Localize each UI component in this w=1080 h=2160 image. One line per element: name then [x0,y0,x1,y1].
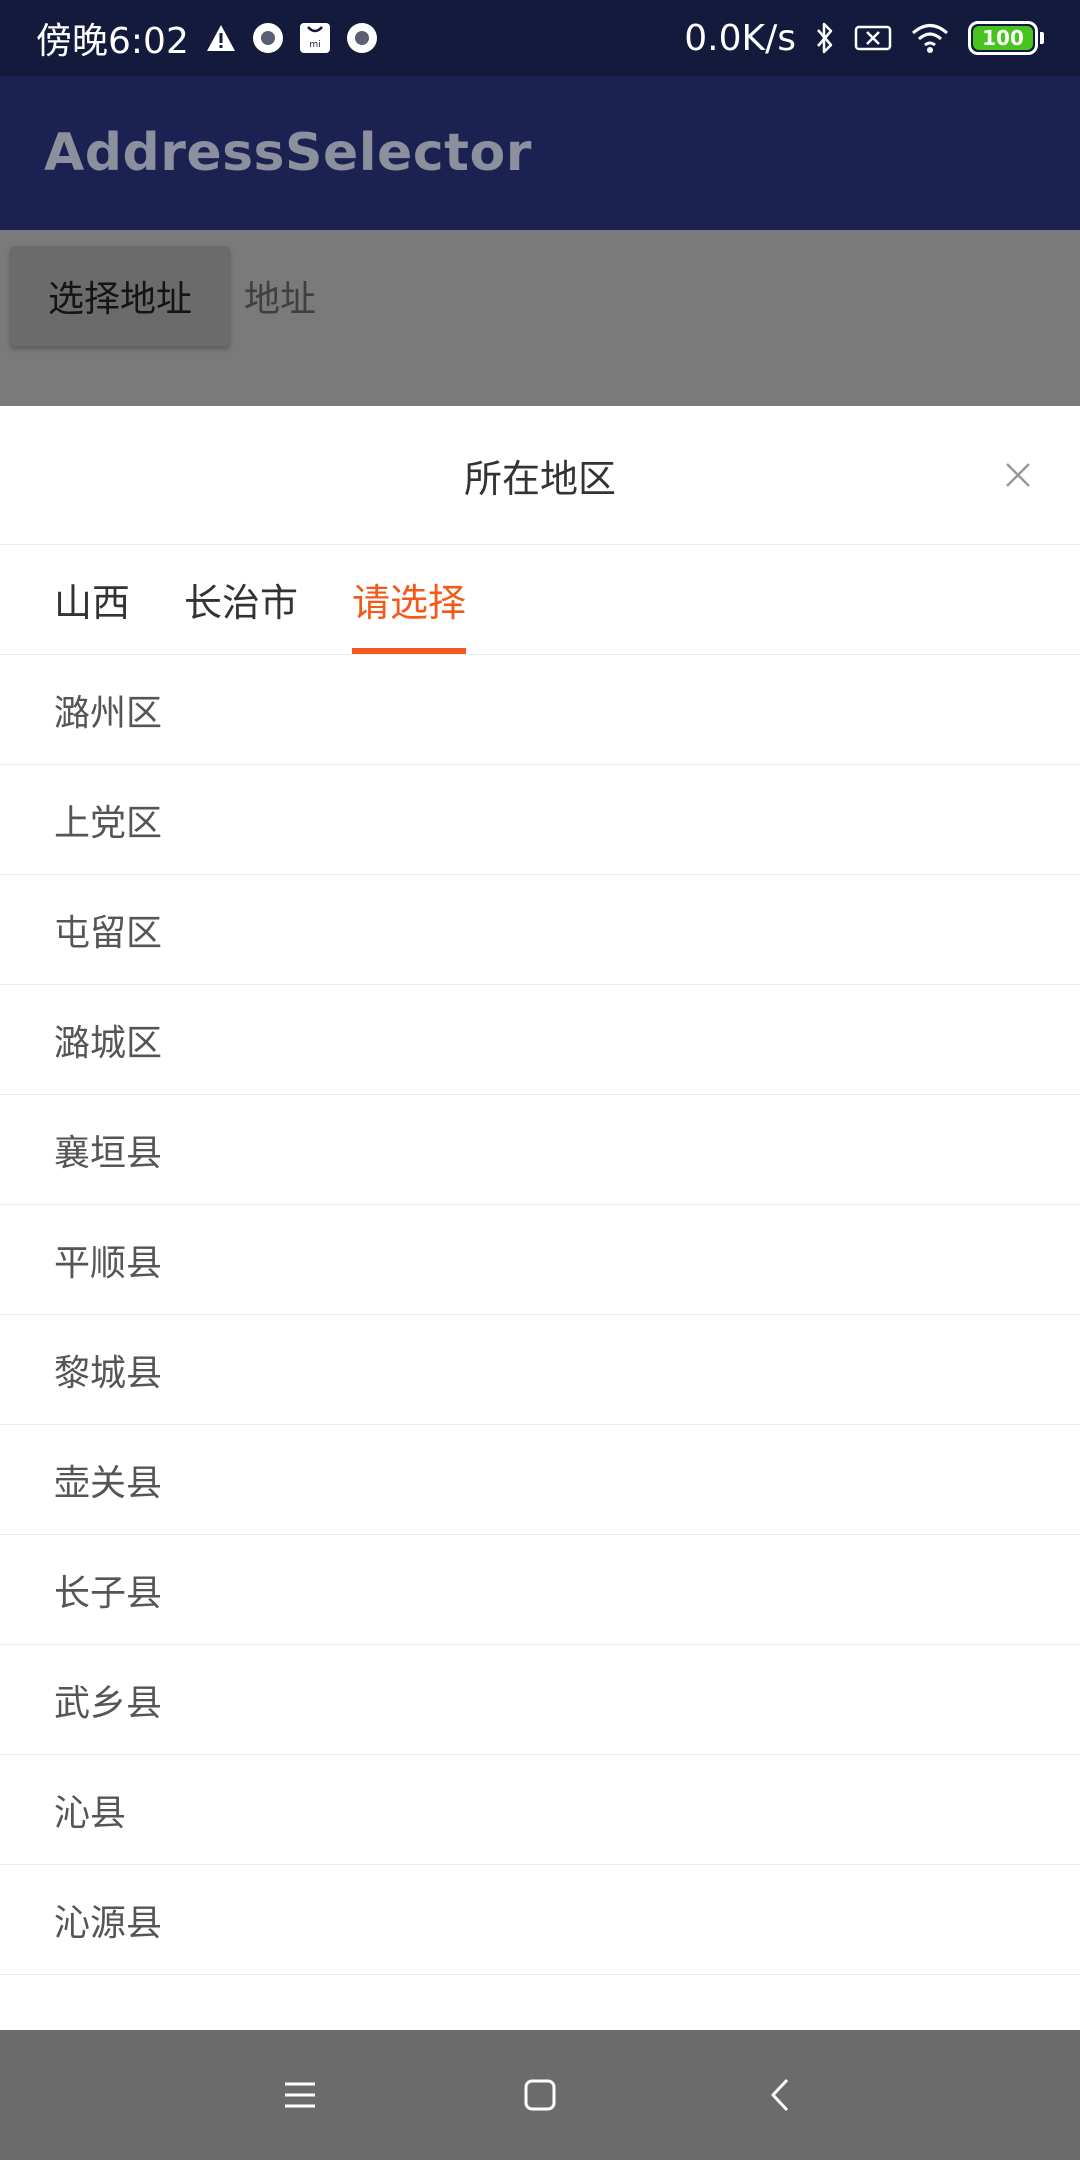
warning-icon [205,23,237,53]
list-item[interactable]: 潞州区 [0,655,1080,765]
app-bar: AddressSelector [0,76,1080,230]
menu-icon [285,2082,315,2108]
tab-city[interactable]: 长治市 [184,545,298,654]
menu-button[interactable] [270,2065,330,2125]
address-display: 地址 [244,279,317,320]
region-tabs: 山西 长治市 请选择 [0,545,1080,655]
list-item[interactable]: 武乡县 [0,1645,1080,1755]
close-button[interactable] [996,453,1040,497]
notification-dot-icon [252,23,283,53]
mi-icon: mi [299,22,331,54]
battery-icon: 100 [968,21,1038,55]
home-icon [524,2079,556,2111]
sheet-title: 所在地区 [463,456,616,501]
tab-district[interactable]: 请选择 [352,545,467,654]
list-item[interactable]: 襄垣县 [0,1095,1080,1205]
notification-dot-icon [346,23,377,53]
home-button[interactable] [510,2065,570,2125]
tab-province[interactable]: 山西 [54,545,130,654]
list-item[interactable]: 潞城区 [0,985,1080,1095]
app-title: AddressSelector [44,123,532,183]
list-item[interactable]: 沁源县 [0,1865,1080,1975]
list-item[interactable]: 长子县 [0,1535,1080,1645]
network-speed: 0.0K/s [684,17,796,59]
main-content-dimmed: 选择地址 地址 [0,230,1080,406]
svg-text:mi: mi [309,40,320,50]
wifi-icon [910,22,950,54]
district-list: 潞州区 上党区 屯留区 潞城区 襄垣县 平顺县 黎城县 壶关县 长子县 武乡县 … [0,655,1080,1975]
close-icon [1006,463,1030,487]
sheet-header: 所在地区 [0,406,1080,545]
list-item[interactable]: 平顺县 [0,1205,1080,1315]
navigation-bar [0,2030,1080,2160]
list-item[interactable]: 沁县 [0,1755,1080,1865]
list-item[interactable]: 屯留区 [0,875,1080,985]
list-item[interactable]: 壶关县 [0,1425,1080,1535]
address-selector-sheet: 所在地区 山西 长治市 请选择 潞州区 上党区 屯留区 潞城区 襄垣县 平顺县 … [0,406,1080,2030]
sim-icon [854,24,892,52]
list-item[interactable]: 上党区 [0,765,1080,875]
status-time: 傍晚6:02 [36,21,189,62]
bluetooth-icon [814,21,836,55]
status-bar: 傍晚6:02 mi 0.0K/s 100 [0,0,1080,76]
battery-level: 100 [982,26,1024,50]
back-icon [771,2078,789,2112]
list-item[interactable]: 黎城县 [0,1315,1080,1425]
back-button[interactable] [750,2065,810,2125]
select-address-button[interactable]: 选择地址 [10,246,230,346]
